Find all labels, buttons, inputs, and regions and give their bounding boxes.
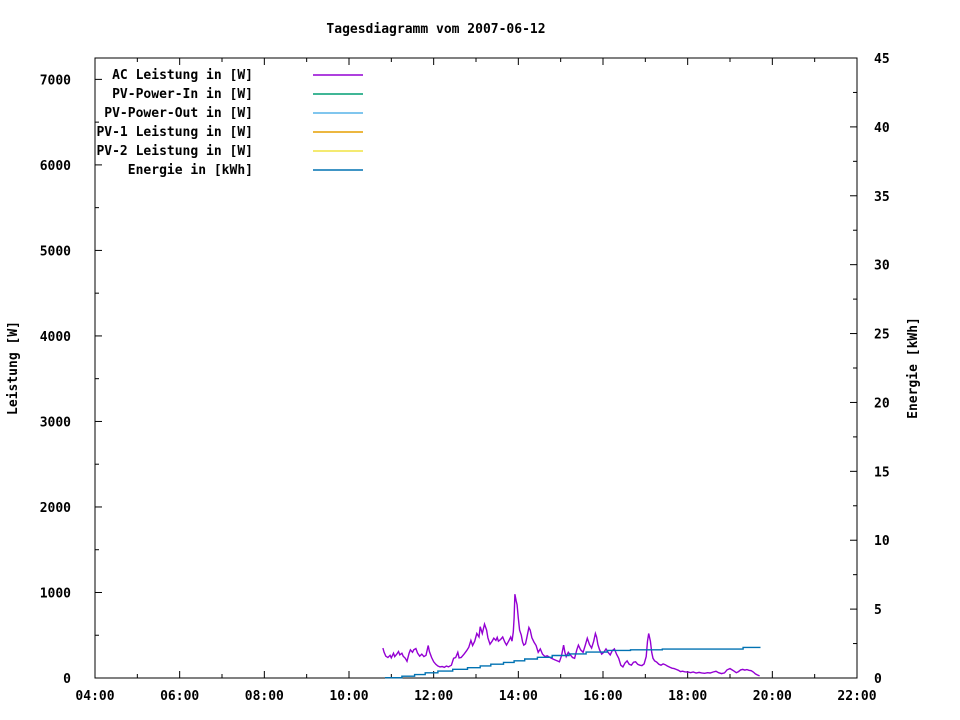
legend-label: PV-1 Leistung in [W] — [96, 125, 253, 140]
x-tick-label: 06:00 — [160, 689, 199, 704]
y-right-tick-label: 25 — [874, 328, 890, 343]
y-right-tick-label: 0 — [874, 672, 882, 687]
y-left-tick-label: 1000 — [40, 586, 71, 601]
x-tick-label: 18:00 — [668, 689, 707, 704]
chart-page: 04:00 06:00 08:00 10:00 12:00 14:00 16:00 18:00… — [0, 0, 960, 720]
series-line-ac-leistung-in-w- — [382, 594, 760, 677]
y-right-tick-label: 35 — [874, 190, 890, 205]
y-right-tick-label: 20 — [874, 396, 890, 411]
x-tick-label: 12:00 — [414, 689, 453, 704]
tagesdiagramm-chart: 04:00 06:00 08:00 10:00 12:00 14:00 16:00 18:00… — [6, 22, 921, 704]
y-right-tick-label: 5 — [874, 603, 882, 618]
y-right-tick-label: 30 — [874, 259, 890, 274]
y-left-tick-label: 0 — [63, 672, 71, 687]
y-right-tick-label: 10 — [874, 534, 890, 549]
y-left-tick-label: 5000 — [40, 244, 71, 259]
legend-label: PV-Power-In in [W] — [112, 87, 253, 102]
legend-label: AC Leistung in [W] — [112, 68, 253, 83]
y-left-tick-label: 3000 — [40, 415, 71, 430]
x-tick-label: 14:00 — [499, 689, 538, 704]
chart-drawing-layer: 04:00 06:00 08:00 10:00 12:00 14:00 16:00 18:00… — [40, 52, 890, 704]
y-left-tick-label: 2000 — [40, 501, 71, 516]
x-tick-label: 08:00 — [245, 689, 284, 704]
right-axis-title: Energie [kWh] — [906, 317, 921, 419]
y-left-tick-label: 7000 — [40, 73, 71, 88]
x-tick-label: 04:00 — [75, 689, 114, 704]
x-tick-label: 10:00 — [329, 689, 368, 704]
chart-title: Tagesdiagramm vom 2007-06-12 — [326, 22, 545, 37]
y-left-tick-label: 6000 — [40, 159, 71, 174]
y-right-tick-label: 15 — [874, 465, 890, 480]
x-tick-label: 16:00 — [583, 689, 622, 704]
y-right-tick-label: 45 — [874, 52, 890, 67]
legend-label: PV-Power-Out in [W] — [104, 106, 253, 121]
x-tick-label: 22:00 — [837, 689, 876, 704]
y-right-tick-label: 40 — [874, 121, 890, 136]
x-tick-label: 20:00 — [753, 689, 792, 704]
legend-label: Energie in [kWh] — [128, 163, 253, 178]
legend-label: PV-2 Leistung in [W] — [96, 144, 253, 159]
left-axis-title: Leistung [W] — [6, 321, 21, 415]
y-left-tick-label: 4000 — [40, 330, 71, 345]
